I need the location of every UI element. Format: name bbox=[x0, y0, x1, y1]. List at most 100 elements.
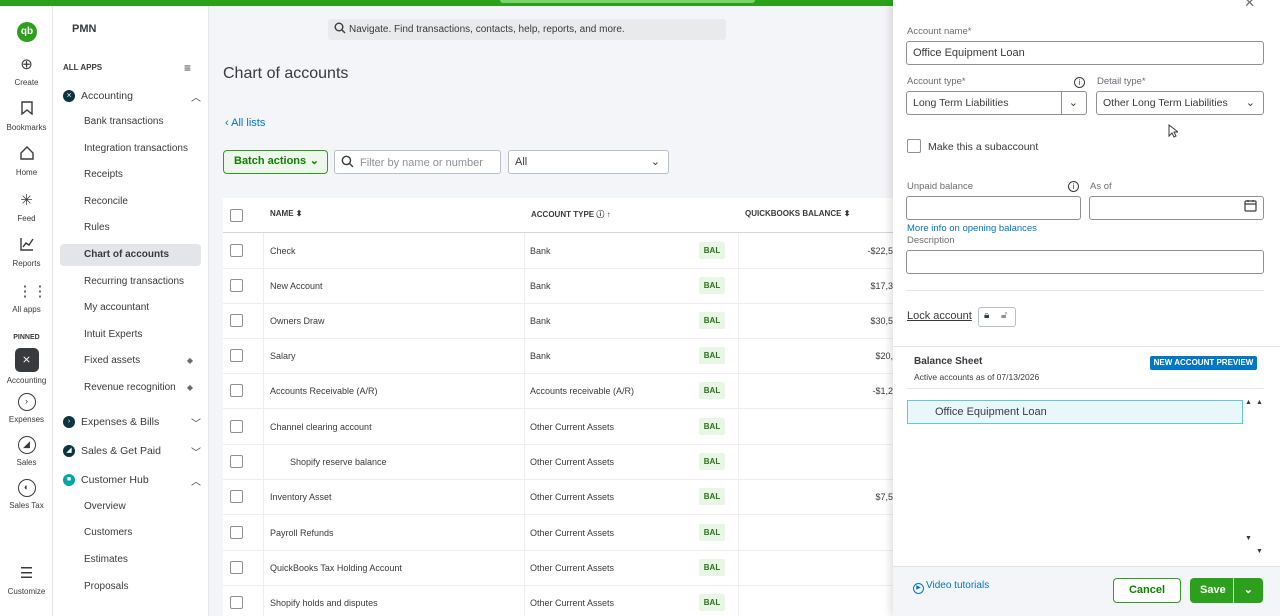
select-all-checkbox[interactable] bbox=[230, 209, 243, 222]
unpaid-balance-input[interactable] bbox=[906, 196, 1081, 220]
scroll-up-icon[interactable]: ▲ bbox=[1256, 399, 1263, 406]
nav-item-rules[interactable]: Rules bbox=[60, 217, 201, 239]
row-checkbox[interactable] bbox=[230, 561, 243, 574]
cancel-button[interactable]: Cancel bbox=[1113, 578, 1181, 603]
chevron-down-icon[interactable]: ⌄ bbox=[1244, 578, 1253, 603]
nav-group-accounting[interactable]: ⨯ Accounting ︿ bbox=[63, 88, 201, 106]
row-checkbox[interactable] bbox=[230, 244, 243, 257]
nav-item-fixed-assets[interactable]: Fixed assets ◆ bbox=[60, 350, 201, 372]
nav-item-intuit-experts[interactable]: Intuit Experts bbox=[60, 324, 201, 346]
row-checkbox[interactable] bbox=[230, 384, 243, 397]
nav-group-sales[interactable]: ◢ Sales & Get Paid ﹀ bbox=[63, 443, 201, 461]
nav-item-bank-transactions[interactable]: Bank transactions bbox=[60, 111, 201, 133]
nav-item-overview[interactable]: Overview bbox=[60, 496, 201, 518]
row-checkbox[interactable] bbox=[230, 279, 243, 292]
rail-expenses[interactable]: › Expenses bbox=[0, 393, 53, 424]
account-type-filter-select[interactable]: All ⌄ bbox=[508, 150, 669, 174]
rail-reports[interactable]: Reports bbox=[0, 237, 53, 268]
row-checkbox[interactable] bbox=[230, 455, 243, 468]
table-row[interactable]: Salary Bank BAL $20, bbox=[223, 339, 893, 374]
account-name[interactable]: Accounts Receivable (A/R) bbox=[270, 386, 378, 396]
lock-toggle[interactable]: 🔒︎ 🔓︎ bbox=[978, 307, 1016, 327]
nav-item-revenue-recognition[interactable]: Revenue recognition ◆ bbox=[60, 377, 201, 399]
rail-sales-tax[interactable]: ◐ Sales Tax bbox=[0, 479, 53, 510]
scroll-up-icon[interactable]: ▲ bbox=[1245, 399, 1252, 406]
table-row[interactable]: New Account Bank BAL $17,3 bbox=[223, 269, 893, 304]
account-name[interactable]: Owners Draw bbox=[270, 316, 325, 326]
description-input[interactable] bbox=[906, 250, 1264, 274]
subaccount-checkbox[interactable] bbox=[907, 139, 921, 153]
account-name[interactable]: Check bbox=[270, 246, 296, 256]
rail-bookmarks[interactable]: Bookmarks bbox=[0, 101, 53, 132]
account-name-input[interactable]: Office Equipment Loan bbox=[906, 41, 1264, 65]
table-row[interactable]: Shopify reserve balance Other Current As… bbox=[223, 445, 893, 480]
nav-item-recurring-transactions[interactable]: Recurring transactions bbox=[60, 271, 201, 293]
account-type-select[interactable]: Long Term Liabilities ⌄ bbox=[906, 91, 1087, 115]
nav-item-integration-transactions[interactable]: Integration transactions bbox=[60, 138, 201, 160]
account-name[interactable]: QuickBooks Tax Holding Account bbox=[270, 563, 402, 573]
rail-feed[interactable]: ✳ Feed bbox=[0, 192, 53, 223]
nav-item-receipts[interactable]: Receipts bbox=[60, 164, 201, 186]
nav-item-my-accountant[interactable]: My accountant bbox=[60, 297, 201, 319]
lock-account-label[interactable]: Lock account bbox=[907, 310, 972, 322]
row-checkbox[interactable] bbox=[230, 596, 243, 609]
row-checkbox[interactable] bbox=[230, 314, 243, 327]
opening-balances-link[interactable]: More info on opening balances bbox=[907, 223, 1037, 234]
unlock-icon[interactable]: 🔓︎ bbox=[1001, 310, 1007, 321]
table-row[interactable]: Accounts Receivable (A/R) Accounts recei… bbox=[223, 374, 893, 409]
rail-create[interactable]: ⊕ Create bbox=[0, 56, 53, 87]
account-name[interactable]: New Account bbox=[270, 281, 323, 291]
account-name[interactable]: Channel clearing account bbox=[270, 422, 372, 432]
all-lists-link[interactable]: ‹ All lists bbox=[225, 117, 265, 129]
column-header-name[interactable]: NAME ⬍ bbox=[270, 209, 303, 218]
row-checkbox[interactable] bbox=[230, 526, 243, 539]
lock-icon[interactable]: 🔒︎ bbox=[984, 310, 989, 321]
nav-item-estimates[interactable]: Estimates bbox=[60, 549, 201, 571]
row-checkbox[interactable] bbox=[230, 420, 243, 433]
calendar-icon[interactable] bbox=[1244, 198, 1257, 220]
account-name[interactable]: Payroll Refunds bbox=[270, 528, 334, 538]
table-row[interactable]: Owners Draw Bank BAL $30,5 bbox=[223, 304, 893, 339]
scroll-down-icon[interactable]: ▼ bbox=[1256, 548, 1263, 555]
global-search-input[interactable]: Navigate. Find transactions, contacts, h… bbox=[328, 19, 726, 40]
video-tutorials-link[interactable]: ▶ Video tutorials bbox=[913, 580, 989, 594]
batch-actions-button[interactable]: Batch actions ⌄ bbox=[223, 150, 328, 174]
filter-input[interactable]: Filter by name or number bbox=[334, 150, 501, 174]
close-icon[interactable]: ✕ bbox=[1244, 0, 1255, 11]
table-row[interactable]: Inventory Asset Other Current Assets BAL… bbox=[223, 480, 893, 515]
nav-item-customers[interactable]: Customers bbox=[60, 522, 201, 544]
account-name[interactable]: Shopify holds and disputes bbox=[270, 598, 378, 608]
account-name[interactable]: Shopify reserve balance bbox=[290, 457, 387, 467]
table-row[interactable]: Channel clearing account Other Current A… bbox=[223, 410, 893, 445]
table-row[interactable]: Shopify holds and disputes Other Current… bbox=[223, 586, 893, 616]
scroll-down-icon[interactable]: ▼ bbox=[1245, 535, 1252, 542]
rail-sales[interactable]: ◢ Sales bbox=[0, 436, 53, 467]
rail-home[interactable]: Home bbox=[0, 146, 53, 177]
account-name[interactable]: Salary bbox=[270, 351, 296, 361]
collapse-menu-icon[interactable]: ≡ bbox=[184, 61, 191, 75]
nav-item-chart-of-accounts[interactable]: Chart of accounts bbox=[60, 244, 201, 266]
nav-group-expenses[interactable]: › Expenses & Bills ﹀ bbox=[63, 414, 201, 432]
row-checkbox[interactable] bbox=[230, 490, 243, 503]
as-of-date-input[interactable] bbox=[1089, 196, 1264, 220]
account-name[interactable]: Inventory Asset bbox=[270, 492, 332, 502]
rail-all-apps[interactable]: ⋮⋮ All apps bbox=[0, 283, 53, 314]
select-divider bbox=[1061, 92, 1062, 114]
info-icon[interactable]: i bbox=[1068, 181, 1079, 192]
detail-type-select[interactable]: Other Long Term Liabilities ⌄ bbox=[1096, 91, 1264, 115]
table-row[interactable]: QuickBooks Tax Holding Account Other Cur… bbox=[223, 551, 893, 586]
quickbooks-logo[interactable]: qb bbox=[17, 22, 37, 42]
info-icon[interactable]: i bbox=[1074, 77, 1085, 88]
save-button[interactable]: Save ⌄ bbox=[1190, 578, 1263, 603]
column-header-type[interactable]: ACCOUNT TYPE ⓘ ↑ bbox=[531, 209, 611, 220]
table-row[interactable]: Payroll Refunds Other Current Assets BAL bbox=[223, 516, 893, 551]
nav-item-reconcile[interactable]: Reconcile bbox=[60, 191, 201, 213]
column-header-balance[interactable]: QUICKBOOKS BALANCE ⬍ bbox=[745, 209, 850, 218]
company-name[interactable]: PMN bbox=[72, 23, 96, 35]
rail-customize[interactable]: ☰ Customize bbox=[0, 565, 53, 596]
row-checkbox[interactable] bbox=[230, 349, 243, 362]
nav-group-customer-hub[interactable]: ■ Customer Hub ︿ bbox=[63, 472, 201, 490]
nav-item-proposals[interactable]: Proposals bbox=[60, 576, 201, 598]
table-row[interactable]: Check Bank BAL -$22,5 bbox=[223, 234, 893, 269]
rail-accounting[interactable]: ⨯ Accounting bbox=[0, 348, 53, 385]
